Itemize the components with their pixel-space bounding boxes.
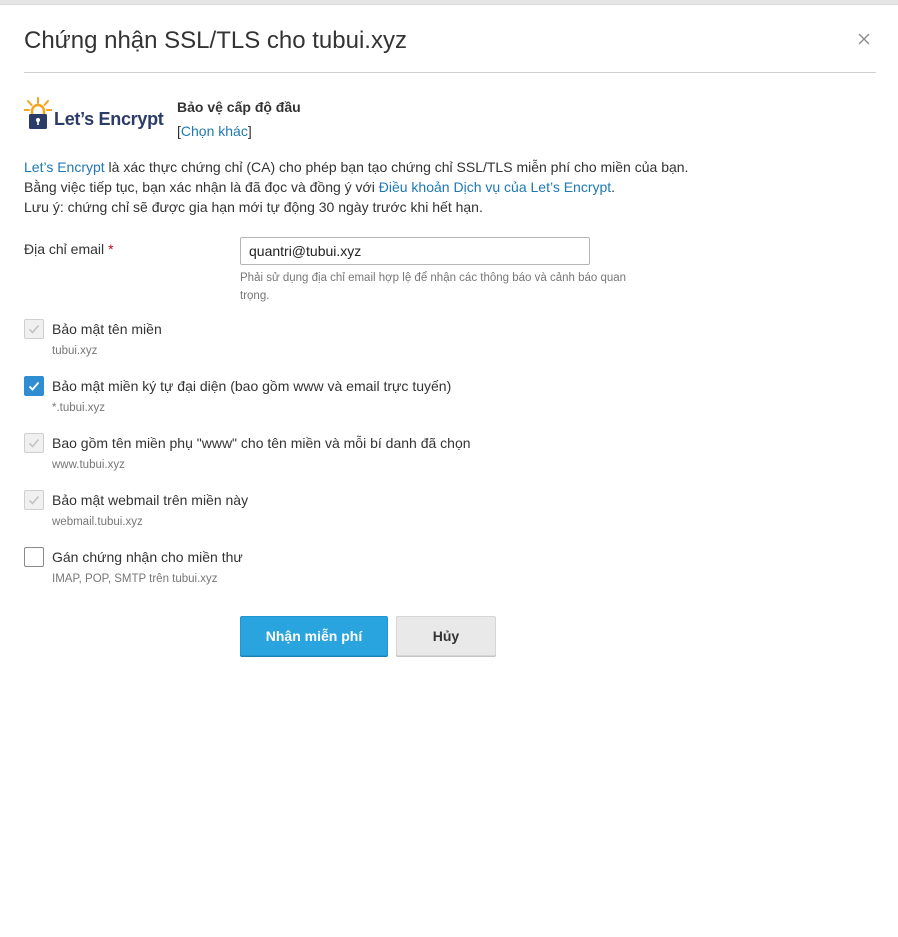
webmail-checkbox: [24, 490, 44, 510]
cancel-button[interactable]: Hủy: [396, 616, 496, 656]
logo-wordmark: Let’s Encrypt: [54, 109, 164, 129]
dialog-header: Chứng nhận SSL/TLS cho tubui.xyz: [24, 5, 876, 73]
padlock-sun-icon: [24, 97, 52, 129]
lets-encrypt-logo: Let’s Encrypt: [24, 97, 174, 133]
description-period: .: [611, 179, 616, 195]
option-label: Bảo mật webmail trên miền này: [52, 492, 249, 508]
option-domain: www.tubui.xyz: [52, 459, 125, 471]
option-domain: tubui.xyz: [52, 345, 98, 357]
lets-encrypt-link[interactable]: Let’s Encrypt: [24, 159, 105, 175]
close-button[interactable]: [856, 31, 872, 47]
check-icon: [28, 438, 40, 448]
close-icon: [858, 33, 870, 45]
provider-change: [Chọn khác]: [177, 123, 252, 139]
email-hint: Phải sử dụng địa chỉ email hợp lệ để nhậ…: [240, 272, 627, 302]
description-text-1: là xác thực chứng chỉ (CA) cho phép bạn …: [104, 159, 689, 175]
description-line-1: Let’s Encrypt là xác thực chứng chỉ (CA)…: [24, 157, 688, 177]
option-domain: *.tubui.xyz: [52, 402, 106, 414]
option-wildcard: Bảo mật miền ký tự đại diện (bao gồm www…: [24, 374, 724, 424]
check-icon: [28, 495, 40, 505]
option-domain: webmail.tubui.xyz: [52, 516, 143, 528]
bracket-close: ]: [247, 123, 252, 139]
ssl-certificate-dialog: Chứng nhận SSL/TLS cho tubui.xyz Let’s E…: [0, 4, 898, 937]
option-domain: IMAP, POP, SMTP trên tubui.xyz: [52, 573, 218, 585]
wildcard-checkbox[interactable]: [24, 376, 44, 396]
mail-checkbox[interactable]: [24, 547, 44, 567]
provider-name: Bảo vệ cấp độ đầu: [177, 99, 301, 115]
www-checkbox: [24, 433, 44, 453]
check-icon: [28, 324, 40, 334]
option-webmail: Bảo mật webmail trên miền này webmail.tu…: [24, 488, 724, 538]
required-mark: *: [108, 241, 114, 257]
option-www: Bao gồm tên miền phụ "www" cho tên miền …: [24, 431, 724, 481]
check-icon: [28, 381, 40, 391]
description-text-2: Bằng việc tiếp tục, bạn xác nhận là đã đ…: [24, 179, 379, 195]
option-label[interactable]: Gán chứng nhận cho miền thư: [52, 549, 243, 565]
secure-domain-checkbox: [24, 319, 44, 339]
description: Let’s Encrypt là xác thực chứng chỉ (CA)…: [24, 157, 688, 217]
email-label-text: Địa chỉ email: [24, 241, 105, 257]
option-label: Bao gồm tên miền phụ "www" cho tên miền …: [52, 435, 471, 451]
option-secure-domain: Bảo mật tên miền tubui.xyz: [24, 317, 724, 367]
email-label: Địa chỉ email *: [24, 241, 114, 257]
description-line-2: Bằng việc tiếp tục, bạn xác nhận là đã đ…: [24, 177, 688, 197]
option-label[interactable]: Bảo mật miền ký tự đại diện (bao gồm www…: [52, 378, 451, 394]
option-label: Bảo mật tên miền: [52, 321, 162, 337]
choose-other-link[interactable]: Chọn khác: [181, 123, 248, 139]
get-free-button[interactable]: Nhận miễn phí: [240, 616, 388, 656]
description-line-3: Lưu ý: chứng chỉ sẽ được gia hạn mới tự …: [24, 199, 483, 215]
option-mail: Gán chứng nhận cho miền thư IMAP, POP, S…: [24, 545, 724, 595]
dialog-title: Chứng nhận SSL/TLS cho tubui.xyz: [24, 27, 407, 54]
terms-of-service-link[interactable]: Điều khoản Dịch vụ của Let’s Encrypt: [379, 179, 611, 195]
email-field[interactable]: [240, 237, 590, 265]
